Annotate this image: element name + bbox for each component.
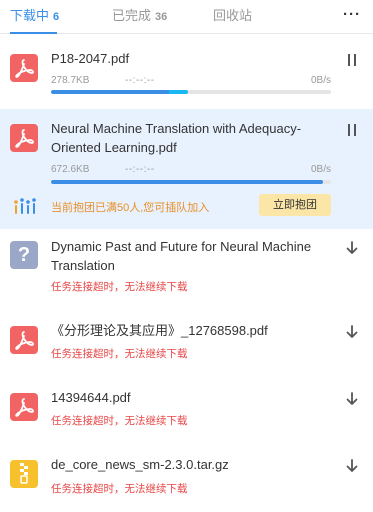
file-name: 《分形理论及其应用》_12768598.pdf — [51, 323, 268, 338]
error-message: 任务连接超时，无法继续下载 — [51, 483, 188, 495]
more-menu-icon[interactable]: ··· — [343, 0, 361, 32]
group-users-icon — [12, 195, 40, 217]
download-meta: 278.7KB --:--:-- 0B/s — [51, 75, 331, 89]
file-size: 278.7KB — [51, 75, 90, 86]
tab-downloading[interactable]: 下载中 6 — [10, 0, 59, 34]
download-speed: 0B/s — [310, 164, 331, 175]
download-item[interactable]: ? Dynamic Past and Future for Neural Mac… — [0, 229, 373, 307]
download-item[interactable]: 14394644.pdf 任务连接超时，无法继续下载 — [0, 377, 373, 445]
download-item[interactable]: P18-2047.pdf 278.7KB --:--:-- 0B/s — [0, 35, 373, 105]
pdf-icon — [10, 393, 38, 421]
file-name: Neural Machine Translation with Adequacy… — [51, 121, 302, 155]
tab-count: 36 — [155, 11, 168, 23]
tab-bar: 下载中 6 已完成 36 回收站 ··· — [0, 0, 373, 34]
archive-icon — [10, 460, 38, 488]
file-name: 14394644.pdf — [51, 390, 131, 405]
progress-bar — [51, 180, 331, 184]
download-arrow-icon[interactable] — [345, 324, 359, 340]
download-meta: 672.6KB --:--:-- 0B/s — [51, 164, 331, 178]
file-name: Dynamic Past and Future for Neural Machi… — [51, 239, 312, 273]
pause-icon[interactable] — [345, 52, 359, 68]
progress-fill — [51, 180, 323, 184]
download-item-selected[interactable]: Neural Machine Translation with Adequacy… — [0, 109, 373, 229]
file-name: de_core_news_sm-2.3.0.tar.gz — [51, 457, 229, 472]
tab-label: 回收站 — [213, 8, 253, 23]
tab-label: 下载中 — [10, 8, 50, 23]
join-group-button[interactable]: 立即抱团 — [259, 194, 331, 216]
tab-count: 6 — [53, 11, 60, 23]
download-arrow-icon[interactable] — [345, 240, 359, 256]
progress-bar — [51, 90, 331, 94]
time-remaining: --:--:-- — [125, 75, 155, 86]
download-arrow-icon[interactable] — [345, 391, 359, 407]
file-name: P18-2047.pdf — [51, 51, 130, 66]
pdf-icon — [10, 54, 38, 82]
download-item[interactable]: 《分形理论及其应用》_12768598.pdf 任务连接超时，无法继续下载 — [0, 307, 373, 377]
pdf-icon — [10, 124, 38, 152]
file-size: 672.6KB — [51, 164, 90, 175]
pause-icon[interactable] — [345, 122, 359, 138]
tab-label: 已完成 — [112, 8, 152, 23]
pdf-icon — [10, 326, 38, 354]
error-message: 任务连接超时，无法继续下载 — [51, 281, 188, 293]
error-message: 任务连接超时，无法继续下载 — [51, 415, 188, 427]
tab-recycle-bin[interactable]: 回收站 — [213, 0, 252, 34]
download-item[interactable]: de_core_news_sm-2.3.0.tar.gz 任务连接超时，无法继续… — [0, 445, 373, 512]
download-speed: 0B/s — [310, 75, 331, 86]
time-remaining: --:--:-- — [125, 164, 155, 175]
error-message: 任务连接超时，无法继续下载 — [51, 348, 188, 360]
tab-completed[interactable]: 已完成 36 — [112, 0, 167, 34]
download-arrow-icon[interactable] — [345, 458, 359, 474]
unknown-file-icon: ? — [10, 241, 38, 269]
group-promo-text: 当前抱团已满50人,您可插队加入 — [51, 202, 210, 214]
progress-fill — [51, 90, 189, 94]
